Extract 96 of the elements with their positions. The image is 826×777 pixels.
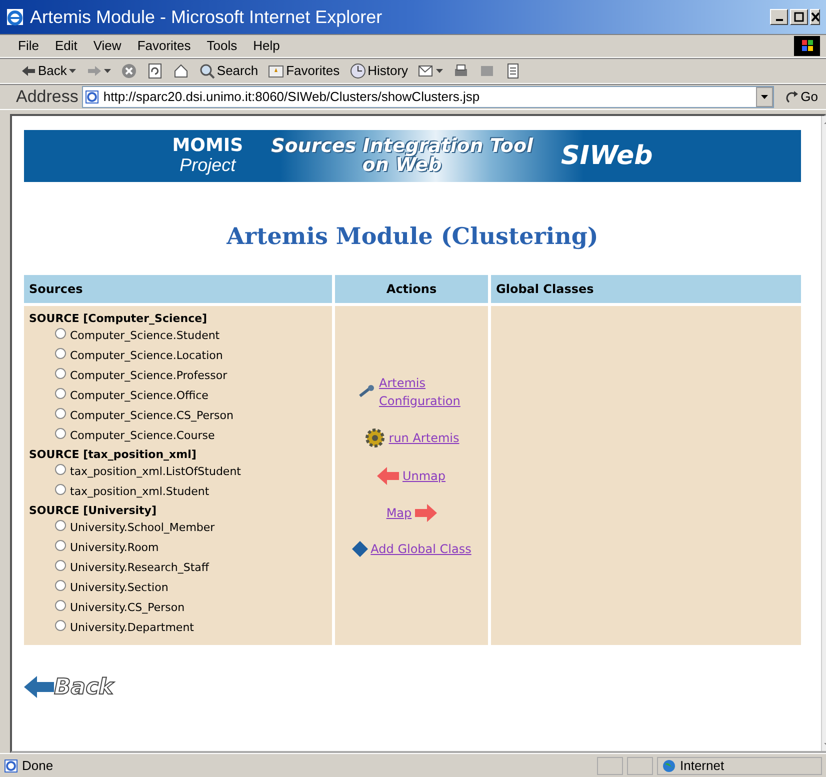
search-icon xyxy=(198,63,215,79)
radio-button[interactable] xyxy=(55,620,66,631)
dropdown-button[interactable] xyxy=(756,87,773,107)
close-button[interactable] xyxy=(810,9,820,25)
class-label: University.Department xyxy=(70,620,194,636)
radio-button[interactable] xyxy=(55,428,66,439)
radio-button[interactable] xyxy=(55,560,66,571)
back-button[interactable]: Back xyxy=(18,61,78,81)
go-button[interactable]: Go xyxy=(784,87,820,107)
mail-button[interactable] xyxy=(416,63,446,79)
back-button[interactable]: Back xyxy=(24,670,114,704)
radio-button[interactable] xyxy=(55,540,66,551)
source-title: SOURCE [Computer_Science] xyxy=(29,310,208,326)
page-icon xyxy=(4,758,18,772)
document-icon xyxy=(505,63,522,79)
radio-button[interactable] xyxy=(55,328,66,339)
menu-item[interactable]: Edit xyxy=(54,36,78,56)
class-label: University.Research_Staff xyxy=(70,560,209,576)
page-icon xyxy=(85,90,100,104)
menu-item[interactable]: Tools xyxy=(206,36,238,56)
banner-text: MOMIS xyxy=(172,137,244,156)
class-label: University.Section xyxy=(70,580,168,596)
mail-icon xyxy=(418,63,434,79)
class-label: Computer_Science.Course xyxy=(70,428,215,444)
minimize-button[interactable] xyxy=(770,9,788,25)
history-button[interactable]: History xyxy=(348,61,410,81)
column-header: Global Classes xyxy=(491,274,801,302)
status-text: Done xyxy=(22,756,54,775)
menu-item[interactable]: Favorites xyxy=(137,36,191,56)
radio-button[interactable] xyxy=(55,484,66,495)
right-arrow-icon xyxy=(414,502,437,522)
class-label: Computer_Science.CS_Person xyxy=(70,408,234,424)
search-button[interactable]: Search xyxy=(196,61,260,81)
menu-item[interactable]: File xyxy=(18,36,39,56)
class-label: Computer_Science.Professor xyxy=(70,368,228,384)
menu-item[interactable]: Help xyxy=(253,36,280,56)
class-label: University.CS_Person xyxy=(70,600,185,616)
gear-icon xyxy=(364,426,386,448)
clock-icon xyxy=(350,63,366,79)
menu-item[interactable]: View xyxy=(93,36,122,56)
column-header: Sources xyxy=(24,274,332,302)
minimize-icon xyxy=(776,19,782,21)
maximize-button[interactable] xyxy=(790,9,808,25)
left-arrow-icon xyxy=(377,466,400,486)
action-link[interactable]: Map xyxy=(386,504,412,522)
caret-icon xyxy=(760,94,768,100)
windows-logo-icon xyxy=(794,36,820,56)
radio-button[interactable] xyxy=(55,388,66,399)
back-arrow-icon xyxy=(24,675,54,699)
class-label: Computer_Science.Location xyxy=(70,348,223,364)
class-label: tax_position_xml.ListOfStudent xyxy=(70,464,241,480)
window-title: Artemis Module - Microsoft Internet Explorer xyxy=(30,6,384,29)
action-link[interactable]: Artemis Configuration xyxy=(379,374,471,410)
radio-button[interactable] xyxy=(55,580,66,591)
printer-icon xyxy=(453,63,470,79)
source-title: SOURCE [University] xyxy=(29,502,158,518)
class-label: Computer_Science.Student xyxy=(70,328,220,344)
class-label: University.Room xyxy=(70,540,159,556)
favorites-button[interactable]: Favorites xyxy=(266,61,342,81)
caret-icon xyxy=(104,68,111,74)
column-header: Actions xyxy=(335,274,488,302)
radio-button[interactable] xyxy=(55,368,66,379)
forward-arrow-icon xyxy=(86,63,102,79)
radio-button[interactable] xyxy=(55,348,66,359)
banner-text: Project xyxy=(178,156,238,175)
status-panel xyxy=(627,756,653,774)
action-link[interactable]: Unmap xyxy=(402,466,446,484)
status-panel xyxy=(597,756,623,774)
diamond-icon xyxy=(352,540,368,556)
radio-button[interactable] xyxy=(55,464,66,475)
refresh-icon xyxy=(146,63,163,79)
zone-text: Internet xyxy=(680,756,724,775)
action-link[interactable]: run Artemis xyxy=(388,428,460,446)
close-icon xyxy=(811,12,819,22)
maximize-icon xyxy=(794,12,804,22)
home-icon xyxy=(172,63,189,79)
page-title: Artemis Module (Clustering) xyxy=(226,222,600,252)
class-label: Computer_Science.Office xyxy=(70,388,208,404)
radio-button[interactable] xyxy=(55,520,66,531)
address-field[interactable]: http://sparc20.dsi.unimo.it:8060/SIWeb/Clusters/showClusters.jsp xyxy=(82,86,774,108)
address-label: Address xyxy=(16,86,78,108)
action-link[interactable]: Add Global Class xyxy=(370,540,472,558)
ie-logo-icon xyxy=(6,8,24,26)
stop-icon xyxy=(120,63,137,79)
radio-button[interactable] xyxy=(55,600,66,611)
class-label: University.School_Member xyxy=(70,520,215,536)
caret-icon xyxy=(436,68,444,74)
back-arrow-icon xyxy=(20,63,36,79)
banner-text: SIWeb xyxy=(561,140,653,172)
caret-icon xyxy=(68,68,76,74)
class-label: tax_position_xml.Student xyxy=(70,484,210,500)
source-title: SOURCE [tax_position_xml] xyxy=(29,446,198,462)
radio-button[interactable] xyxy=(55,408,66,419)
go-arrow-icon xyxy=(786,90,799,104)
globe-icon xyxy=(662,758,676,772)
banner-text: on Web xyxy=(361,156,442,175)
